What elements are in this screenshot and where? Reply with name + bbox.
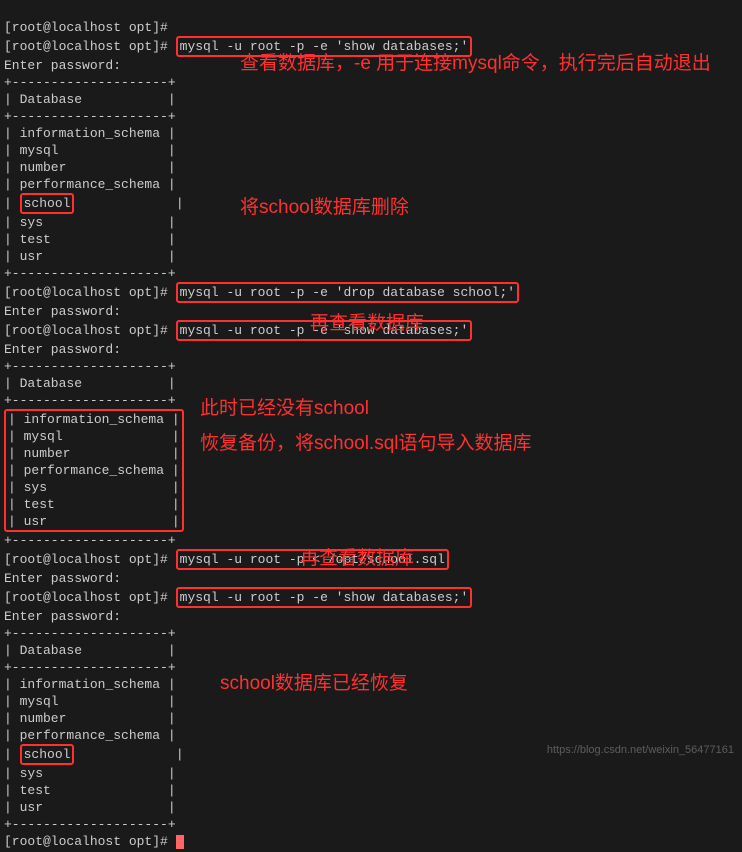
terminal-output: [root@localhost opt]# [root@localhost op…: [0, 0, 742, 852]
db-row: | information_schema |: [4, 126, 176, 141]
db-row: | number |: [4, 160, 176, 175]
enter-password: Enter password:: [4, 342, 121, 357]
cursor[interactable]: [176, 835, 184, 849]
db-row: | mysql |: [4, 143, 176, 158]
prompt: [root@localhost opt]#: [4, 39, 168, 54]
db-row: | performance_schema |: [4, 728, 176, 743]
table-sep: +--------------------+: [4, 817, 176, 832]
table-sep: +--------------------+: [4, 75, 176, 90]
db-row: | mysql |: [4, 694, 176, 709]
db-row: | usr |: [4, 800, 176, 815]
prompt: [root@localhost opt]#: [4, 323, 168, 338]
db-row: | usr |: [4, 249, 176, 264]
table-sep: +--------------------+: [4, 266, 176, 281]
table-sep: +--------------------+: [4, 660, 176, 675]
annotation-6: 再查看数据库: [300, 545, 414, 573]
annotation-7: school数据库已经恢复: [220, 670, 408, 698]
annotation-2: 将school数据库删除: [240, 194, 409, 222]
table-sep: +--------------------+: [4, 109, 176, 124]
prompt: [root@localhost opt]#: [4, 552, 168, 567]
enter-password: Enter password:: [4, 571, 121, 586]
annotation-1: 查看数据库，-e 用于连接mysql命令，执行完后自动退出: [240, 50, 720, 78]
command-drop-school: mysql -u root -p -e 'drop database schoo…: [176, 282, 519, 303]
annotation-5: 恢复备份，将school.sql语句导入数据库: [200, 430, 532, 458]
db-row-school-pre: |: [4, 747, 20, 762]
db-row: | number |: [4, 711, 176, 726]
prompt: [root@localhost opt]#: [4, 834, 168, 849]
db-school-highlight-2: school: [20, 744, 75, 765]
db-row: | information_schema |: [4, 677, 176, 692]
db-school-highlight: school: [20, 193, 75, 214]
db-row: | performance_schema |: [4, 177, 176, 192]
db-row: | sys |: [4, 766, 176, 781]
db-row: | test |: [4, 783, 176, 798]
annotation-3: 再查看数据库: [310, 310, 424, 338]
table-header: | Database |: [4, 643, 176, 658]
enter-password: Enter password:: [4, 58, 121, 73]
prompt: [root@localhost opt]#: [4, 285, 168, 300]
db-row: | test |: [4, 232, 176, 247]
prompt: [root@localhost opt]#: [4, 20, 168, 35]
command-show-databases-3: mysql -u root -p -e 'show databases;': [176, 587, 473, 608]
table-header: | Database |: [4, 376, 176, 391]
enter-password: Enter password:: [4, 304, 121, 319]
table-sep: +--------------------+: [4, 533, 176, 548]
table-sep: +--------------------+: [4, 626, 176, 641]
db-list-noschool-highlight: | information_schema | | mysql | | numbe…: [4, 409, 184, 532]
db-row: | sys |: [4, 215, 176, 230]
table-header: | Database |: [4, 92, 176, 107]
pipe: |: [8, 412, 16, 427]
watermark: https://blog.csdn.net/weixin_56477161: [547, 742, 734, 759]
prompt: [root@localhost opt]#: [4, 590, 168, 605]
db-row-school-post: |: [74, 196, 183, 211]
enter-password: Enter password:: [4, 609, 121, 624]
table-sep: +--------------------+: [4, 359, 176, 374]
db-row-school-post: |: [74, 747, 183, 762]
table-sep: +--------------------+: [4, 393, 176, 408]
db-row-school-pre: |: [4, 196, 20, 211]
annotation-4: 此时已经没有school: [200, 395, 369, 423]
